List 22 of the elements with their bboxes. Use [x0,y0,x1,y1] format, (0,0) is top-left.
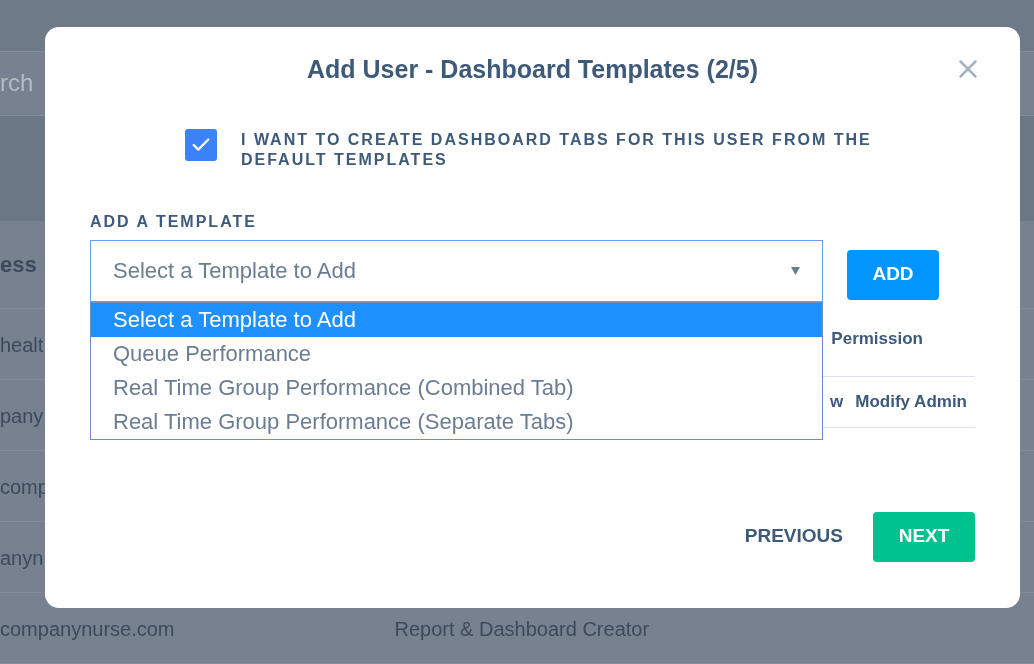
field-label: ADD A TEMPLATE [90,211,258,232]
table-cell-text: Report & Dashboard Creator [394,617,650,642]
previous-button[interactable]: PREVIOUS [744,522,843,551]
table-cell-text: companynurse.com [0,617,175,642]
next-button[interactable]: NEXT [873,511,975,562]
table-cell-text: w [830,390,844,413]
caret-icon [791,266,800,275]
dialog-title: Add User - Dashboard Templates (2/5) [307,54,758,85]
checkbox-label: I WANT TO CREATE DASHBOARD TABS FOR THIS USER FROM THE DEFAULT TEMPLATES [241,129,873,170]
dropdown-option[interactable]: Queue Performance [91,336,822,371]
dropdown-option[interactable]: Select a Template to Add [91,302,822,337]
dropdown-option[interactable]: Real Time Group Performance (Combined Tab) [91,370,822,405]
table-cell-text: anyn [0,546,44,571]
dropdown-option[interactable]: Real Time Group Performance (Separate Tabs) [91,404,822,439]
table-cell-text: healt [0,333,44,358]
table-cell-text: pany [0,404,44,429]
checkbox[interactable] [185,128,217,161]
table-cell-text: Modify Admin [855,390,967,413]
column-header: Permission [831,327,923,350]
template-select[interactable]: Select a Template to Add [90,239,823,302]
add-button[interactable]: ADD [847,249,939,300]
column-header: ess [0,251,37,280]
